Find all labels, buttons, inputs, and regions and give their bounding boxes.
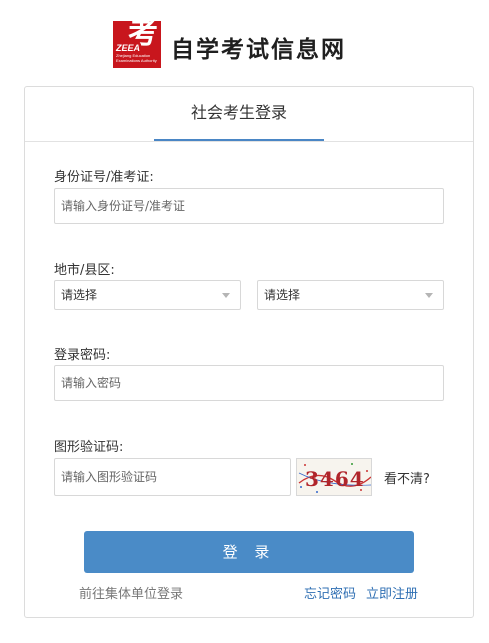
county-select-value: 请选择 — [264, 288, 301, 302]
captcha-graphic: 3464 — [298, 463, 371, 493]
group-login-link[interactable]: 前往集体单位登录 — [79, 583, 183, 602]
chevron-down-icon — [425, 293, 433, 298]
chevron-down-icon — [222, 293, 230, 298]
refresh-captcha-link[interactable]: 看不清? — [384, 468, 430, 487]
county-select[interactable]: 请选择 — [257, 280, 444, 310]
city-select[interactable]: 请选择 — [54, 280, 241, 310]
zeea-logo[interactable]: 考 ZEEA Zhejiang Education Examinations A… — [113, 21, 161, 68]
site-name: 自学考试信息网 — [171, 37, 346, 63]
password-label: 登录密码: — [54, 348, 111, 363]
captcha-text: 3464 — [305, 467, 365, 491]
register-link[interactable]: 立即注册 — [366, 583, 418, 602]
login-button[interactable]: 登 录 — [84, 531, 414, 573]
logo-subtitle: Zhejiang Education Examinations Authorit… — [116, 53, 157, 63]
captcha-label: 图形验证码: — [54, 440, 124, 455]
site-header: 考 ZEEA Zhejiang Education Examinations A… — [0, 0, 489, 84]
id-number-label: 身份证号/准考证: — [54, 170, 154, 185]
active-tab-indicator — [154, 139, 324, 141]
tab-bar: 社会考生登录 — [25, 87, 473, 142]
captcha-input[interactable]: 请输入图形验证码 — [54, 458, 291, 496]
captcha-image[interactable]: 3464 — [296, 458, 372, 496]
city-select-value: 请选择 — [61, 288, 98, 302]
id-number-input[interactable]: 请输入身份证号/准考证 — [54, 188, 444, 224]
password-input[interactable]: 请输入密码 — [54, 365, 444, 401]
tab-social-candidate-login[interactable]: 社会考生登录 — [154, 87, 324, 141]
region-label: 地市/县区: — [54, 263, 115, 278]
forgot-password-link[interactable]: 忘记密码 — [304, 583, 356, 602]
logo-abbreviation: ZEEA — [116, 43, 141, 53]
